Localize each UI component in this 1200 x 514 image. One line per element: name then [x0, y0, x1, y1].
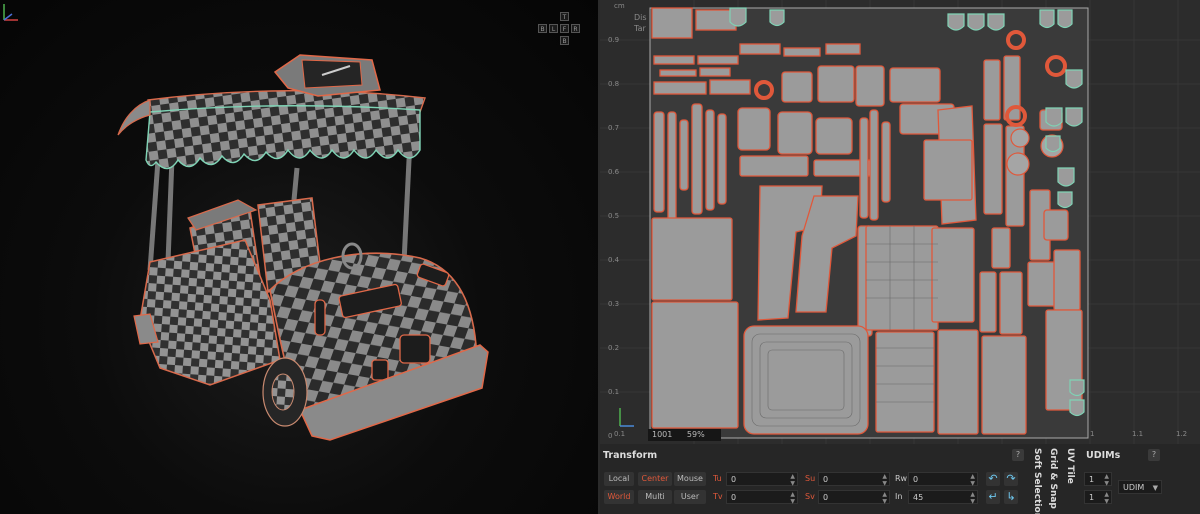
view-bottom-button[interactable]: B [560, 36, 569, 45]
y-tick-label: 0.2 [608, 344, 620, 352]
tab-uv-tile[interactable]: UV Tile [1062, 444, 1078, 514]
tv-value: 0 [731, 493, 737, 502]
tu-value: 0 [731, 475, 737, 484]
rotate-cw-icon[interactable]: ↷ [1004, 472, 1018, 486]
tab-grid-snap[interactable]: Grid & Snap [1045, 444, 1061, 514]
su-field[interactable]: 0 ▲ ▼ [818, 472, 890, 487]
view-left-button[interactable]: L [549, 24, 558, 33]
udim-u-field[interactable]: 1 ▲ ▼ [1084, 472, 1112, 487]
y-tick-label: 0.1 [608, 388, 620, 396]
x-tick-label: 1.1 [1132, 430, 1144, 438]
udims-title: UDIMs [1086, 450, 1121, 461]
tv-field[interactable]: 0 ▲ ▼ [726, 490, 798, 505]
tool-panel: Transform ? Local Center Mouse World Mul… [600, 444, 1200, 514]
udim-readout: 1001 [652, 430, 673, 439]
y-tick-label: 0.5 [608, 212, 620, 220]
uv-status-bar: 1001 59% [648, 429, 721, 441]
udim-u-spinner-icon[interactable]: ▲ ▼ [1104, 473, 1109, 487]
view-back-button[interactable]: B [538, 24, 547, 33]
pivot-mouse-button[interactable]: Mouse [674, 472, 706, 486]
transform-help-button[interactable]: ? [1012, 449, 1024, 461]
chevron-down-icon: ▼ [1152, 484, 1158, 492]
tu-spinner-icon[interactable]: ▲ ▼ [790, 473, 795, 487]
udim-mode-select[interactable]: UDIM ▼ [1118, 480, 1162, 494]
tab-soft-selection[interactable]: Soft Selection [1029, 444, 1045, 514]
golf-cart-model [117, 54, 489, 441]
uv-info-line-2: Tar [634, 24, 646, 33]
pivot-world-button[interactable]: World [604, 490, 634, 504]
y-tick-label: 0 [608, 432, 613, 440]
uv-layout [600, 0, 1200, 444]
transform-title: Transform [603, 450, 658, 461]
x-tick-label: 0.1 [614, 430, 626, 438]
x-tick-label: 1.2 [1176, 430, 1188, 438]
tu-field[interactable]: 0 ▲ ▼ [726, 472, 798, 487]
tab-soft-selection-label: Soft Selection [1032, 448, 1042, 514]
udim-u-value: 1 [1089, 475, 1095, 484]
view-cube[interactable]: T B L F R B [536, 12, 582, 46]
pivot-user-button[interactable]: User [674, 490, 706, 504]
in-label: In [895, 492, 903, 501]
su-value: 0 [823, 475, 829, 484]
y-tick-label: 0.3 [608, 300, 620, 308]
flip-u-icon[interactable]: ↵ [986, 490, 1000, 504]
application-window: T B L F R B Dis Tar cm 0.9 0.8 0.7 0.6 0… [0, 0, 1200, 514]
y-tick-label: 0.9 [608, 36, 620, 44]
zoom-readout: 59% [686, 430, 705, 439]
su-spinner-icon[interactable]: ▲ ▼ [882, 473, 887, 487]
uv-editor-viewport[interactable]: Dis Tar cm 0.9 0.8 0.7 0.6 0.5 0.4 0.3 0… [600, 0, 1200, 444]
view-right-button[interactable]: R [571, 24, 580, 33]
udim-mode-value: UDIM [1123, 483, 1145, 492]
pivot-multi-button[interactable]: Multi [638, 490, 672, 504]
sv-label: Sv [805, 492, 815, 501]
view-top-button[interactable]: T [560, 12, 569, 21]
y-tick-label: 0.4 [608, 256, 620, 264]
y-tick-label: 0.6 [608, 168, 620, 176]
in-value: 45 [913, 493, 924, 502]
udim-v-value: 1 [1089, 493, 1095, 502]
view-front-button[interactable]: F [560, 24, 569, 33]
udim-v-field[interactable]: 1 ▲ ▼ [1084, 490, 1112, 505]
rw-spinner-icon[interactable]: ▲ ▼ [970, 473, 975, 487]
rw-field[interactable]: 0 ▲ ▼ [908, 472, 978, 487]
uv-info-line-1: Dis [634, 13, 647, 22]
udims-help-button[interactable]: ? [1148, 449, 1160, 461]
3d-viewport[interactable]: T B L F R B [0, 0, 598, 514]
in-spinner-icon[interactable]: ▲ ▼ [970, 491, 975, 505]
rw-label: Rw [895, 474, 908, 483]
tu-label: Tu [713, 474, 722, 483]
tab-grid-snap-label: Grid & Snap [1048, 448, 1058, 509]
uv-info-overlay: Dis Tar [634, 12, 647, 34]
su-label: Su [805, 474, 816, 483]
flip-v-icon[interactable]: ↳ [1004, 490, 1018, 504]
tab-uv-tile-label: UV Tile [1065, 448, 1075, 484]
rotate-ccw-icon[interactable]: ↶ [986, 472, 1000, 486]
sv-value: 0 [823, 493, 829, 502]
sv-field[interactable]: 0 ▲ ▼ [818, 490, 890, 505]
rw-value: 0 [913, 475, 919, 484]
tv-spinner-icon[interactable]: ▲ ▼ [790, 491, 795, 505]
pivot-local-button[interactable]: Local [604, 472, 634, 486]
sv-spinner-icon[interactable]: ▲ ▼ [882, 491, 887, 505]
tv-label: Tv [713, 492, 723, 501]
axis-gizmo-icon [3, 4, 18, 21]
x-tick-label: 1 [1090, 430, 1095, 438]
udim-v-spinner-icon[interactable]: ▲ ▼ [1104, 491, 1109, 505]
pivot-center-button[interactable]: Center [638, 472, 672, 486]
y-tick-label: 0.7 [608, 124, 620, 132]
y-tick-label: 0.8 [608, 80, 620, 88]
in-field[interactable]: 45 ▲ ▼ [908, 490, 978, 505]
uv-unit-label: cm [614, 2, 625, 10]
